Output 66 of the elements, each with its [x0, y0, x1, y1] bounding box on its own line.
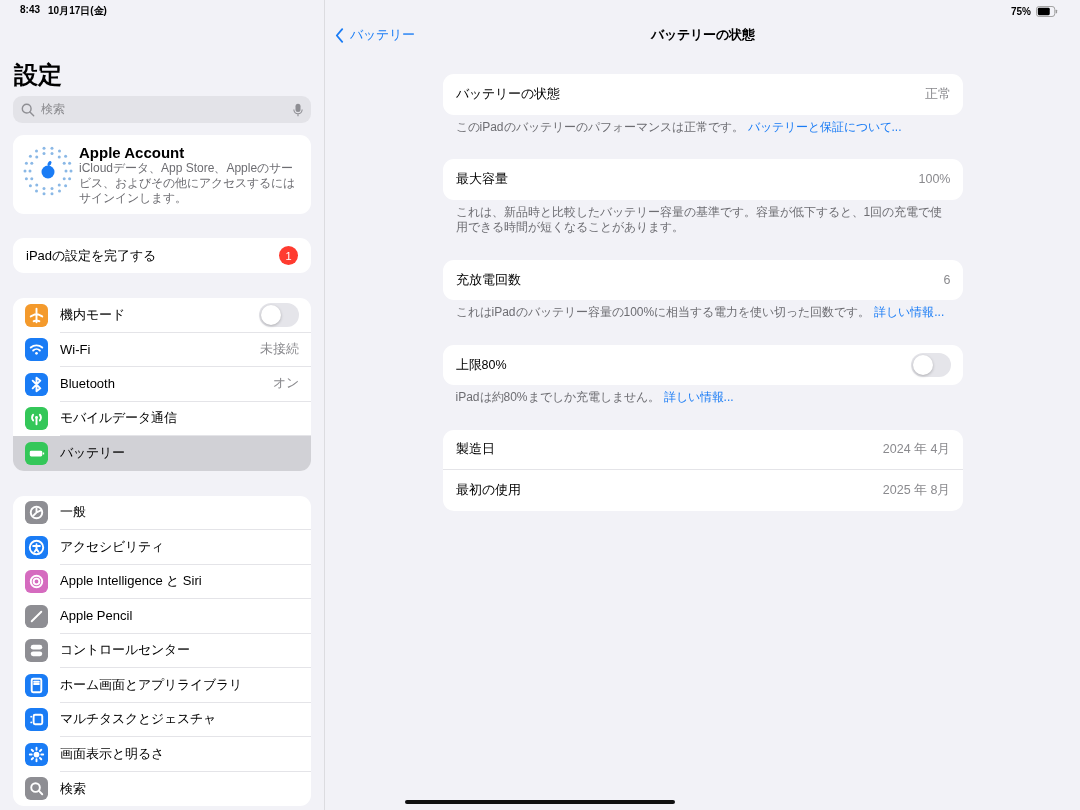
sidebar-item-label: 一般 [60, 503, 86, 522]
row-label: 最大容量 [455, 170, 508, 188]
sidebar-item[interactable]: Wi-Fi 未接続 [13, 332, 311, 367]
account-card[interactable]: Apple Account iCloudデータ、App Store、Appleのサービス、およびその他にアクセスするにはサインインします。 [13, 135, 311, 214]
row-value: 2025 年 8月 [882, 482, 951, 500]
status-time: 8:43 [20, 4, 40, 17]
toggle-switch[interactable] [910, 353, 951, 378]
notification-badge: 1 [279, 246, 298, 265]
chevron-left-icon [335, 27, 344, 43]
sidebar-item[interactable]: マルチタスクとジェスチャ [13, 702, 311, 737]
sidebar-item-label: モバイルデータ通信 [60, 409, 177, 428]
status-date: 10月17日(金) [48, 4, 107, 18]
info-link[interactable]: 詳しい情報... [663, 390, 734, 405]
setup-row[interactable]: iPadの設定を完了する 1 [13, 238, 311, 273]
sidebar-item-value: 未接続 [260, 340, 299, 358]
sidebar-item-label: 画面表示と明るさ [60, 744, 164, 763]
row-label: 最初の使用 [455, 482, 521, 500]
back-button[interactable]: バッテリー [325, 26, 415, 44]
footer-note: これはiPadのバッテリー容量の100%に相当する電力を使い切った回数です。 詳しい情報... [455, 305, 946, 321]
row-label: 充放電回数 [455, 271, 521, 289]
microphone-icon[interactable] [293, 102, 303, 117]
battery-icon [1036, 6, 1058, 17]
sidebar-item[interactable]: コントロールセンター [13, 633, 311, 668]
footer-note: これは、新品時と比較したバッテリー容量の基準です。容量が低下すると、1回の充電で使用できる時間が短くなることがあります。 [455, 204, 944, 236]
row-label: バッテリーの状態 [455, 85, 560, 103]
sidebar-item[interactable]: Apple Pencil [13, 599, 311, 634]
search-icon [21, 102, 35, 117]
info-link[interactable]: バッテリーと保証について... [747, 119, 902, 134]
row-value: 6 [943, 273, 951, 288]
account-name: Apple Account [79, 144, 186, 161]
sidebar-item-label: 機内モード [60, 305, 125, 324]
battery-percentage: 75% [1011, 6, 1031, 17]
row-label: 製造日 [455, 441, 495, 459]
sidebar-item[interactable]: ホーム画面とアプリライブラリ [13, 668, 311, 703]
sidebar-item-label: コントロールセンター [60, 641, 190, 660]
sidebar-item[interactable]: アクセシビリティ [13, 530, 311, 565]
account-description: iCloudデータ、App Store、Appleのサービス、およびその他にアクセスするにはサインインします。 [79, 161, 296, 206]
info-link[interactable]: 詳しい情報... [874, 305, 945, 320]
page-title: バッテリーの状態 [650, 26, 755, 44]
toggle-switch[interactable] [259, 302, 299, 327]
sidebar-item[interactable]: 画面表示と明るさ [13, 737, 311, 772]
sidebar-item[interactable]: Bluetooth オン [13, 367, 311, 402]
sidebar-item-label: アクセシビリティ [60, 537, 164, 556]
sidebar-item-label: Bluetooth [60, 376, 115, 392]
sidebar-item-label: ホーム画面とアプリライブラリ [60, 675, 242, 694]
sidebar-item-label: 検索 [60, 779, 86, 798]
account-avatar-icon [23, 146, 73, 196]
row-label: 上限80% [455, 356, 507, 374]
sidebar-item-label: Apple Intelligence と Siri [60, 572, 202, 591]
footer-note: iPadは約80%までしか充電しません。 詳しい情報... [455, 390, 735, 406]
row-value: 正常 [924, 85, 951, 103]
sidebar-item[interactable]: 一般 [13, 495, 311, 530]
sidebar-item-value: オン [273, 375, 299, 393]
sidebar-item[interactable]: 検索 [13, 771, 311, 806]
sidebar-item[interactable]: 機内モード [13, 298, 311, 333]
settings-title: 設定 [14, 60, 63, 90]
sidebar-item-label: バッテリー [60, 444, 125, 463]
sidebar-item[interactable]: バッテリー [13, 436, 311, 471]
row-value: 2024 年 4月 [882, 441, 951, 459]
sidebar-item-label: Apple Pencil [60, 608, 133, 624]
sidebar-item-label: Wi-Fi [60, 341, 91, 357]
row-value: 100% [918, 172, 951, 187]
footer-note: このiPadのバッテリーのパフォーマンスは正常です。 バッテリーと保証について... [455, 119, 903, 136]
sidebar-item[interactable]: Apple Intelligence と Siri [13, 564, 311, 599]
setup-label: iPadの設定を完了する [26, 246, 157, 265]
sidebar-item-label: マルチタスクとジェスチャ [60, 710, 216, 729]
